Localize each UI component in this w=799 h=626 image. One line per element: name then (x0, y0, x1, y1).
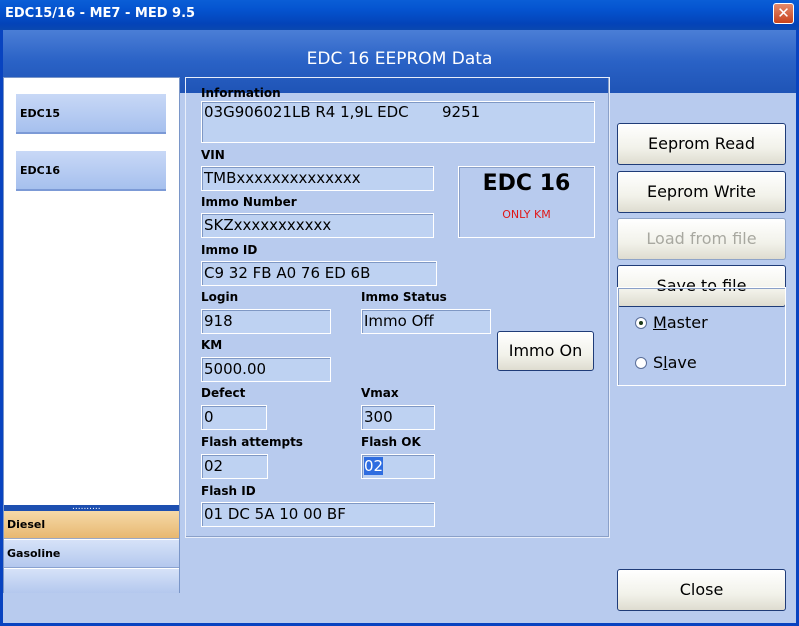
flash-ok-field[interactable]: 02 (361, 454, 435, 479)
load-from-file-button[interactable]: Load from file (617, 218, 786, 260)
master-accel-key: M (653, 313, 667, 332)
km-field[interactable]: 5000.00 (201, 357, 331, 382)
window-titlebar: EDC15/16 - ME7 - MED 9.5 (0, 0, 799, 30)
defect-label: Defect (201, 386, 246, 400)
defect-field[interactable]: 0 (201, 405, 267, 430)
login-field[interactable]: 918 (201, 309, 331, 334)
close-window-icon[interactable]: ✕ (773, 3, 794, 24)
master-radio[interactable]: Master (635, 313, 708, 332)
radio-selected-icon (635, 317, 647, 329)
immo-id-field[interactable]: C9 32 FB A0 76 ED 6B (201, 261, 437, 286)
flash-ok-selection: 02 (364, 457, 384, 475)
information-field[interactable]: 03G906021LB R4 1,9L EDC 9251 (201, 101, 595, 143)
page-title: EDC 16 EEPROM Data (306, 49, 493, 69)
slave-radio[interactable]: Slave (635, 353, 697, 372)
immo-number-field[interactable]: SKZxxxxxxxxxxx (201, 213, 434, 238)
immo-number-label: Immo Number (201, 195, 297, 209)
window-title: EDC15/16 - ME7 - MED 9.5 (5, 6, 196, 21)
ecu-sidebar: EDC15 EDC16 .......... Diesel Gasoline (3, 77, 180, 593)
eeprom-data-group: Information 03G906021LB R4 1,9L EDC 9251… (185, 77, 610, 538)
immo-on-button[interactable]: Immo On (497, 331, 594, 371)
login-label: Login (201, 290, 239, 304)
flash-attempts-field[interactable]: 02 (201, 454, 268, 479)
sidebar-item-edc16[interactable]: EDC16 (16, 151, 166, 191)
vmax-field[interactable]: 300 (361, 405, 435, 430)
sidebar-item-empty (4, 569, 179, 593)
ecu-type-box: EDC 16 ONLY KM (458, 166, 595, 238)
vin-label: VIN (201, 148, 225, 162)
immo-status-field[interactable]: Immo Off (361, 309, 491, 334)
information-label: Information (201, 86, 281, 100)
immo-id-label: Immo ID (201, 243, 258, 257)
slave-label-end: ave (667, 353, 697, 372)
flash-attempts-label: Flash attempts (201, 435, 303, 449)
vmax-label: Vmax (361, 386, 399, 400)
vin-field[interactable]: TMBxxxxxxxxxxxxxx (201, 166, 434, 191)
sidebar-item-gasoline[interactable]: Gasoline (4, 540, 179, 568)
mode-radio-group: Master Slave (617, 287, 786, 386)
close-button[interactable]: Close (617, 569, 786, 611)
km-label: KM (201, 338, 223, 352)
flash-id-label: Flash ID (201, 484, 256, 498)
slave-label-start: S (653, 353, 664, 372)
sidebar-item-edc15[interactable]: EDC15 (16, 94, 166, 134)
master-label: aster (666, 313, 708, 332)
radio-unselected-icon (635, 357, 647, 369)
eeprom-write-button[interactable]: Eeprom Write (617, 171, 786, 213)
flash-id-field[interactable]: 01 DC 5A 10 00 BF (201, 502, 435, 527)
eeprom-read-button[interactable]: Eeprom Read (617, 123, 786, 165)
immo-status-label: Immo Status (361, 290, 447, 304)
sidebar-item-diesel[interactable]: Diesel (4, 511, 179, 539)
ecu-type-note: ONLY KM (502, 208, 551, 221)
ecu-type-title: EDC 16 (482, 171, 571, 196)
flash-ok-label: Flash OK (361, 435, 421, 449)
